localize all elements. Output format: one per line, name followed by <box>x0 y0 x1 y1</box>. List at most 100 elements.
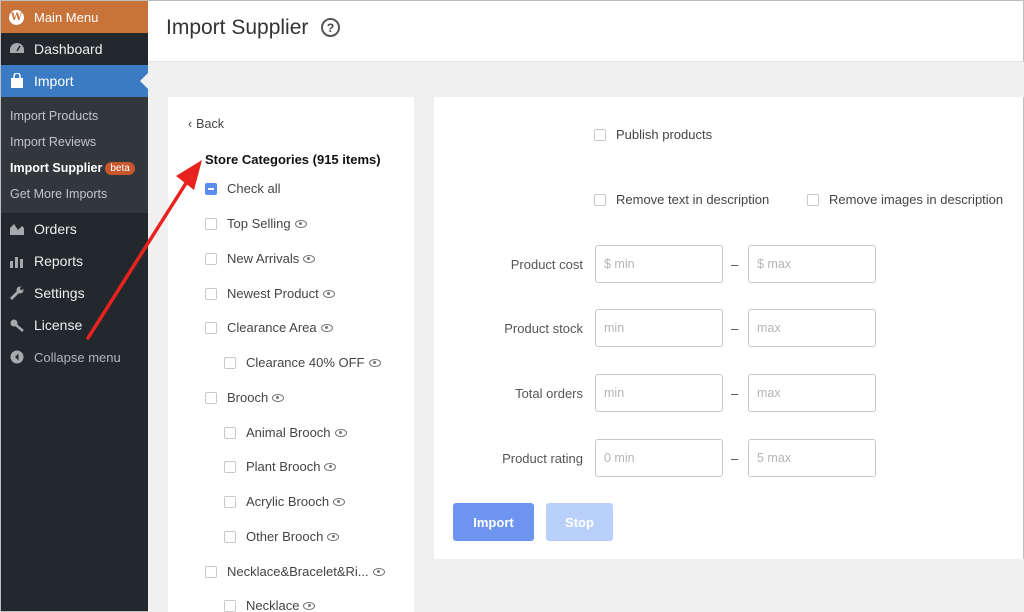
product-stock-min-input[interactable]: min <box>595 309 723 347</box>
category-item[interactable]: Animal Brooch <box>224 425 347 440</box>
category-item[interactable]: Clearance Area <box>205 320 333 335</box>
sidebar-item-label: Settings <box>34 285 85 301</box>
total-orders-max-input[interactable]: max <box>748 374 876 412</box>
stop-button[interactable]: Stop <box>546 503 613 541</box>
remove-images-checkbox[interactable] <box>807 193 819 206</box>
total-orders-label: Total orders <box>515 386 583 401</box>
sidebar-item-reports[interactable]: Reports <box>1 245 148 277</box>
product-rating-label: Product rating <box>502 451 583 466</box>
check-all-label: Check all <box>227 181 281 196</box>
import-button[interactable]: Import <box>453 503 534 541</box>
submenu-label: Import Supplier <box>10 161 103 175</box>
range-separator: – <box>731 386 739 401</box>
key-icon <box>8 317 26 333</box>
eye-icon[interactable] <box>372 567 385 576</box>
total-orders-min-input[interactable]: min <box>595 374 723 412</box>
eye-icon[interactable] <box>294 219 307 228</box>
collapse-menu-button[interactable]: Collapse menu <box>1 341 148 373</box>
eye-icon[interactable] <box>333 497 346 506</box>
category-checkbox[interactable] <box>224 530 236 543</box>
product-rating-min-input[interactable]: 0 min <box>595 439 723 477</box>
product-stock-label: Product stock <box>504 321 583 336</box>
category-checkbox[interactable] <box>205 565 217 578</box>
category-checkbox[interactable] <box>224 356 236 369</box>
categories-title: Store Categories (915 items) <box>205 152 381 167</box>
range-separator: – <box>731 321 739 336</box>
category-item[interactable]: Plant Brooch <box>224 459 337 474</box>
category-label: Top Selling <box>227 216 291 231</box>
help-icon[interactable]: ? <box>321 18 340 37</box>
publish-products-option[interactable]: Publish products <box>594 127 712 142</box>
chevron-left-icon: ‹ <box>188 117 193 131</box>
back-link[interactable]: ‹ Back <box>188 117 224 131</box>
eye-icon[interactable] <box>327 532 340 541</box>
sidebar-item-import[interactable]: Import <box>1 65 148 97</box>
eye-icon[interactable] <box>322 289 335 298</box>
check-all-checkbox[interactable] <box>205 182 217 195</box>
product-stock-max-input[interactable]: max <box>748 309 876 347</box>
wrench-icon <box>8 285 26 301</box>
remove-text-option[interactable]: Remove text in description <box>594 192 769 207</box>
category-item[interactable]: Brooch <box>205 390 285 405</box>
category-item[interactable]: Clearance 40% OFF <box>224 355 381 370</box>
eye-icon[interactable] <box>272 393 285 402</box>
import-options-panel: Publish products Remove text in descript… <box>434 97 1024 559</box>
submenu-import-supplier[interactable]: Import Supplier beta <box>1 155 148 181</box>
category-checkbox[interactable] <box>224 460 236 473</box>
sidebar-item-orders[interactable]: Orders <box>1 213 148 245</box>
category-checkbox[interactable] <box>205 391 217 404</box>
remove-images-option[interactable]: Remove images in description <box>807 192 1003 207</box>
category-item[interactable]: Top Selling <box>205 216 307 231</box>
category-label: Acrylic Brooch <box>246 494 330 509</box>
category-checkbox[interactable] <box>205 217 217 230</box>
category-item[interactable]: Newest Product <box>205 286 335 301</box>
category-item[interactable]: Necklace <box>224 598 316 612</box>
remove-text-label: Remove text in description <box>616 192 770 207</box>
page-title: Import Supplier <box>166 16 309 39</box>
category-checkbox[interactable] <box>205 321 217 334</box>
sidebar-item-label: License <box>34 317 83 333</box>
submenu-get-more-imports[interactable]: Get More Imports <box>1 181 148 207</box>
category-label: Clearance Area <box>227 320 317 335</box>
admin-sidebar: W Main Menu Dashboard Import Import Prod… <box>0 0 148 612</box>
collapse-label: Collapse menu <box>34 349 121 365</box>
eye-icon[interactable] <box>324 462 337 471</box>
eye-icon[interactable] <box>303 254 316 263</box>
category-item[interactable]: Necklace&Bracelet&Ri... <box>205 564 385 579</box>
remove-images-label: Remove images in description <box>829 192 1004 207</box>
category-checkbox[interactable] <box>224 599 236 612</box>
sidebar-item-label: Orders <box>34 221 77 237</box>
dashboard-icon <box>8 41 26 57</box>
sidebar-item-settings[interactable]: Settings <box>1 277 148 309</box>
remove-text-checkbox[interactable] <box>594 193 606 206</box>
wordpress-icon: W <box>9 9 24 25</box>
product-rating-max-input[interactable]: 5 max <box>748 439 876 477</box>
main-menu-button[interactable]: W Main Menu <box>1 1 148 33</box>
category-item[interactable]: New Arrivals <box>205 251 316 266</box>
collapse-icon <box>8 349 26 365</box>
eye-icon[interactable] <box>303 601 316 610</box>
sidebar-item-dashboard[interactable]: Dashboard <box>1 33 148 65</box>
category-checkbox[interactable] <box>205 252 217 265</box>
page-header: Import Supplier ? <box>148 0 1024 62</box>
category-checkbox[interactable] <box>205 287 217 300</box>
submenu-import-reviews[interactable]: Import Reviews <box>1 129 148 155</box>
category-item[interactable]: Other Brooch <box>224 529 340 544</box>
bag-icon <box>8 73 26 89</box>
sidebar-item-license[interactable]: License <box>1 309 148 341</box>
sidebar-item-label: Dashboard <box>34 41 103 57</box>
eye-icon[interactable] <box>320 323 333 332</box>
eye-icon[interactable] <box>368 358 381 367</box>
range-separator: – <box>731 257 739 272</box>
category-checkbox[interactable] <box>224 426 236 439</box>
category-label: Newest Product <box>227 286 319 301</box>
submenu-import-products[interactable]: Import Products <box>1 103 148 129</box>
product-cost-max-input[interactable]: $ max <box>748 245 876 283</box>
category-checkbox[interactable] <box>224 495 236 508</box>
product-cost-min-input[interactable]: $ min <box>595 245 723 283</box>
back-label: Back <box>196 117 224 131</box>
publish-products-checkbox[interactable] <box>594 128 606 141</box>
category-item[interactable]: Acrylic Brooch <box>224 494 346 509</box>
check-all-row[interactable]: Check all <box>205 181 280 196</box>
eye-icon[interactable] <box>334 428 347 437</box>
